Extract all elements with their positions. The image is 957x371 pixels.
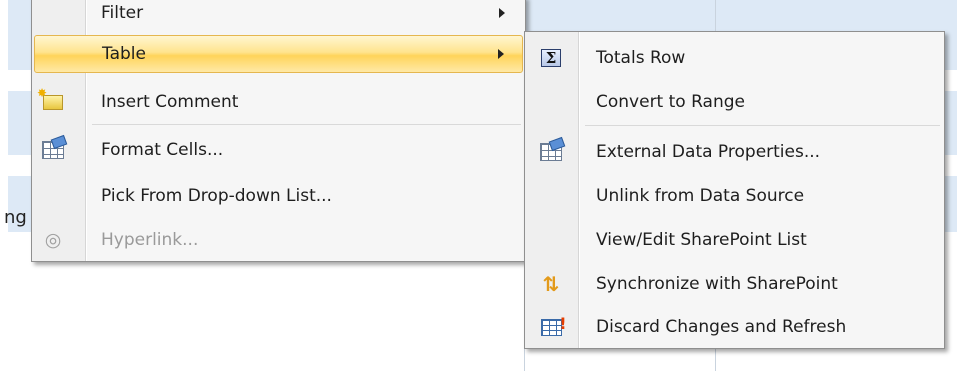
- discard-changes-icon: [538, 314, 566, 340]
- synchronize-icon: ⇅: [542, 272, 560, 296]
- menu-item-label: Discard Changes and Refresh: [596, 317, 847, 337]
- context-menu: Filter Table Insert Comment Format Cells…: [31, 0, 526, 262]
- menu-item-label: Insert Comment: [101, 92, 239, 112]
- menu-item-label: Totals Row: [596, 48, 686, 68]
- menu-item-label: View/Edit SharePoint List: [596, 230, 807, 250]
- menu-item-label: Format Cells...: [101, 140, 224, 160]
- submenu-item-synchronize-sharepoint[interactable]: ⇅ Synchronize with SharePoint: [527, 264, 942, 304]
- submenu-item-view-edit-sharepoint[interactable]: View/Edit SharePoint List: [527, 220, 942, 260]
- submenu-arrow-icon: [498, 49, 504, 59]
- menu-item-insert-comment[interactable]: Insert Comment: [34, 83, 523, 121]
- table-submenu: Σ Totals Row Convert to Range External D…: [524, 31, 945, 349]
- menu-item-table[interactable]: Table: [34, 35, 523, 73]
- menu-item-format-cells[interactable]: Format Cells...: [34, 131, 523, 169]
- submenu-arrow-icon: [499, 8, 505, 18]
- menu-item-hyperlink: ◎ Hyperlink...: [34, 221, 523, 259]
- menu-item-label: Hyperlink...: [101, 230, 199, 250]
- format-cells-icon: [40, 137, 66, 163]
- insert-comment-icon: [37, 86, 66, 115]
- menu-item-label: Convert to Range: [596, 92, 745, 112]
- menu-item-filter[interactable]: Filter: [34, 0, 523, 27]
- sheet-left-edge: [0, 0, 8, 371]
- submenu-item-convert-to-range[interactable]: Convert to Range: [527, 82, 942, 122]
- submenu-item-discard-changes[interactable]: Discard Changes and Refresh: [527, 307, 942, 347]
- menu-separator: [92, 124, 521, 125]
- filter-label-text: Filter: [101, 3, 144, 23]
- menu-separator: [585, 125, 940, 126]
- submenu-item-unlink-data-source[interactable]: Unlink from Data Source: [527, 176, 942, 216]
- menu-item-pick-from-list[interactable]: Pick From Drop-down List...: [34, 177, 523, 215]
- hyperlink-icon: ◎: [44, 228, 62, 251]
- menu-item-label: Unlink from Data Source: [596, 186, 805, 206]
- menu-item-label: Pick From Drop-down List...: [101, 186, 332, 206]
- menu-item-label: Synchronize with SharePoint: [596, 274, 838, 294]
- menu-item-label: External Data Properties...: [596, 142, 821, 162]
- properties-icon: [538, 139, 564, 165]
- sigma-icon: Σ: [538, 45, 564, 71]
- sheet-cell-text: ng: [4, 207, 27, 228]
- submenu-item-external-data-properties[interactable]: External Data Properties...: [527, 132, 942, 172]
- submenu-item-totals-row[interactable]: Σ Totals Row: [527, 38, 942, 78]
- menu-item-label: Table: [102, 44, 146, 64]
- menu-item-label: Filter: [101, 3, 143, 23]
